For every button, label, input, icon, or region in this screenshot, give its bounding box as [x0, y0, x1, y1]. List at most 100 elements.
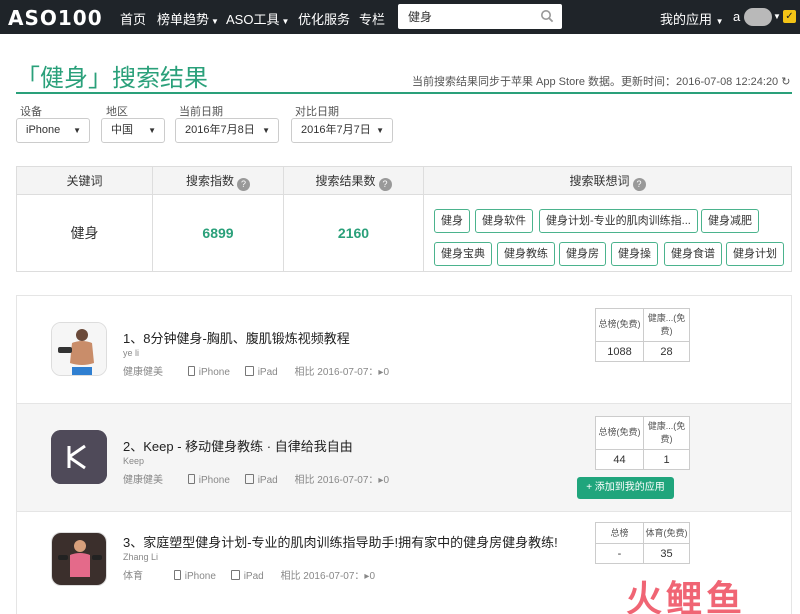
nav-column-label: 专栏	[359, 12, 386, 27]
rank-box: 总榜 体育(免费) - 35	[595, 522, 690, 564]
device-label: 设备	[20, 106, 42, 118]
cell-divider	[643, 417, 644, 469]
aso100-logo[interactable]: ASO100	[8, 6, 103, 30]
region-label: 地区	[106, 106, 128, 118]
my-apps-label: 我的应用	[660, 12, 713, 27]
app-title[interactable]: 3、家庭塑型健身计划-专业的肌肉训练指导助手!拥有家中的健身房健身教练!	[123, 532, 558, 551]
rank-value: -	[617, 548, 622, 560]
app-icon-fitness-man[interactable]	[51, 322, 107, 376]
app-meta: 体育 iPhone iPad 相比 2016-07-07：▸0	[123, 567, 375, 582]
suggestion-tag[interactable]: 健身食谱	[664, 242, 722, 266]
tablet-icon	[244, 474, 254, 484]
header-suggestions: 搜索联想词?	[424, 167, 791, 195]
help-icon[interactable]: ?	[378, 178, 392, 191]
app-row[interactable]: 2、Keep - 移动健身教练 · 自律给我自由 Keep 健康健美 iPhon…	[17, 404, 791, 512]
title-divider	[16, 92, 792, 94]
app-icon-home-fitness[interactable]	[51, 532, 107, 586]
tablet-icon	[230, 570, 240, 580]
app-developer: Zhang Li	[123, 552, 159, 562]
suggestion-tag[interactable]: 健身宝典	[434, 242, 492, 266]
compare-date-select[interactable]: 2016年7月7日 ▼	[291, 118, 393, 143]
suggestion-tag[interactable]: 健身房	[559, 242, 606, 266]
region-select[interactable]: 中国 ▼	[101, 118, 165, 143]
search-icon[interactable]	[540, 9, 554, 23]
home-fitness-icon	[52, 533, 106, 585]
rank-value: 1088	[607, 346, 632, 358]
rank-value: 44	[613, 454, 626, 466]
iphone-label: iPhone	[198, 367, 230, 378]
app-title[interactable]: 1、8分钟健身-胸肌、腹肌锻炼视频教程	[123, 328, 350, 347]
sync-info-text: 当前搜索结果同步于苹果 App Store 数据。更新时间：2016-07-08…	[412, 76, 779, 88]
app-row[interactable]: 1、8分钟健身-胸肌、腹肌锻炼视频教程 ye li 健康健美 iPhone iP…	[17, 296, 791, 404]
sync-info: 当前搜索结果同步于苹果 App Store 数据。更新时间：2016-07-08…	[412, 73, 790, 89]
summary-result-count: 2160	[337, 225, 370, 241]
nav-home[interactable]: 首页	[120, 9, 146, 28]
rank-header: 体育(免费)	[645, 528, 688, 538]
caret-down-icon: ▼	[73, 126, 81, 135]
app-developer: Keep	[123, 456, 145, 466]
summary-search-index: 6899	[202, 225, 234, 241]
header-suggestions-label: 搜索联想词	[569, 174, 630, 188]
device-select-value: iPhone	[26, 124, 61, 136]
phone-icon	[187, 366, 195, 376]
iphone-label: iPhone	[184, 571, 216, 582]
rank-box: 总榜(免费) 健康...(免费) 1088 28	[595, 308, 690, 362]
current-date-value: 2016年7月8日	[185, 124, 255, 136]
help-icon[interactable]: ?	[632, 178, 646, 191]
rank-value: 28	[660, 346, 673, 358]
rank-value: 1	[663, 454, 670, 466]
rank-header: 健康...(免费)	[647, 313, 686, 336]
app-developer: ye li	[123, 348, 140, 358]
top-nav-bar: ASO100 首页 榜单趋势▼ ASO工具▼ 优化服务 专栏 我的应用 ▼ a …	[0, 0, 800, 34]
compare-date-value: 2016年7月7日	[301, 124, 371, 136]
app-category: 体育	[123, 571, 143, 582]
app-result-list: 1、8分钟健身-胸肌、腹肌锻炼视频教程 ye li 健康健美 iPhone iP…	[16, 295, 792, 614]
nav-optimization-service[interactable]: 优化服务	[298, 9, 350, 28]
current-date-select[interactable]: 2016年7月8日 ▼	[175, 118, 279, 143]
help-icon[interactable]: ?	[237, 178, 250, 191]
nav-rank-trends[interactable]: 榜单趋势 ▼	[157, 9, 219, 28]
caret-down-icon[interactable]: ▼	[773, 12, 781, 21]
search-input[interactable]	[398, 4, 528, 29]
add-to-my-apps-button[interactable]: + 添加到我的应用	[577, 477, 674, 499]
suggestion-tag[interactable]: 健身计划-专业的肌肉训练指...	[539, 209, 698, 233]
cell-divider	[596, 341, 689, 342]
caret-down-icon: ▼	[376, 126, 384, 135]
suggestion-tag[interactable]: 健身软件	[475, 209, 533, 233]
device-select[interactable]: iPhone ▼	[16, 118, 90, 143]
ipad-label: iPad	[257, 475, 278, 486]
rank-header: 总榜(免费)	[598, 319, 641, 329]
suggestion-tag[interactable]: 健身教练	[497, 242, 555, 266]
caret-down-icon: ▼	[148, 126, 156, 135]
suggestion-tag[interactable]: 健身计划	[726, 242, 784, 266]
rank-compare: 相比 2016-07-07：▸0	[294, 367, 390, 378]
nav-aso-tools[interactable]: ASO工具 ▼	[226, 9, 289, 28]
rank-header: 健康...(免费)	[647, 421, 686, 444]
refresh-icon[interactable]: ↻	[781, 75, 790, 88]
rank-header: 总榜	[610, 528, 629, 538]
app-icon-keep[interactable]	[51, 430, 107, 484]
app-category: 健康健美	[123, 367, 163, 378]
caret-down-icon: ▼	[715, 17, 724, 26]
nav-column[interactable]: 专栏	[359, 9, 385, 28]
nav-rank-trends-label: 榜单趋势	[157, 12, 210, 27]
current-date-label: 当前日期	[179, 106, 223, 118]
suggestion-tag[interactable]: 健身减肥	[701, 209, 759, 233]
tablet-icon	[244, 366, 254, 376]
cell-divider	[596, 543, 689, 544]
suggestion-tag[interactable]: 健身	[434, 209, 470, 233]
phone-icon	[187, 474, 195, 484]
cell-divider	[643, 309, 644, 361]
user-name[interactable]: a	[733, 9, 740, 24]
page-title: 「健身」搜索结果	[16, 65, 208, 92]
compare-date-label: 对比日期	[295, 106, 339, 118]
nav-aso-tools-label: ASO工具	[226, 12, 280, 27]
my-apps-menu[interactable]: 我的应用 ▼	[660, 9, 724, 28]
fitness-man-icon	[52, 323, 106, 375]
app-title[interactable]: 2、Keep - 移动健身教练 · 自律给我自由	[123, 436, 353, 455]
cell-divider	[596, 449, 689, 450]
avatar[interactable]	[744, 8, 772, 26]
rank-value: 35	[660, 548, 673, 560]
suggestion-tag[interactable]: 健身操	[611, 242, 658, 266]
app-meta: 健康健美 iPhone iPad 相比 2016-07-07：▸0	[123, 363, 389, 378]
